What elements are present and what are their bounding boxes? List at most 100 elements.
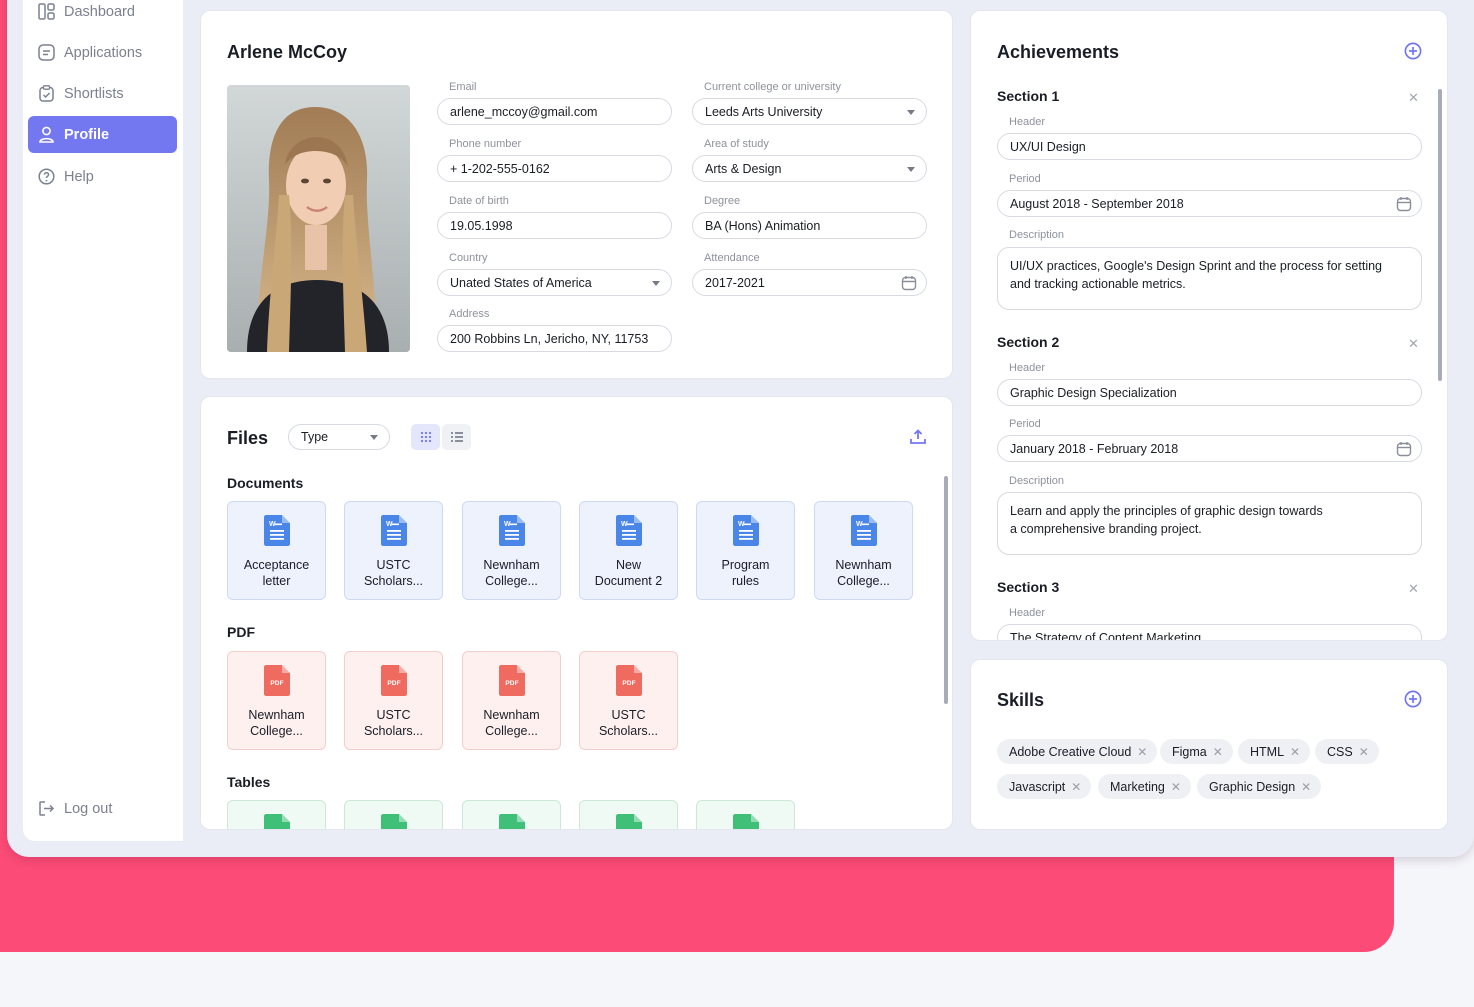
area-select[interactable]: Arts & Design: [692, 155, 927, 182]
file-name-line: USTC: [376, 708, 411, 722]
doc-file-icon: W: [732, 515, 759, 551]
xls-file-icon: XLS: [615, 814, 642, 829]
xls-file-tile[interactable]: XLS: [344, 800, 443, 829]
achievement-period-value: January 2018 - February 2018: [1010, 441, 1179, 456]
doc-file-tile[interactable]: W Newnham College...: [462, 501, 561, 600]
shortlists-icon: [38, 85, 55, 102]
file-name: USTC Scholars...: [364, 707, 423, 739]
grid-view-button[interactable]: [411, 424, 440, 450]
email-value: arlene_mccoy@gmail.com: [450, 104, 598, 119]
add-skill-button[interactable]: [1404, 690, 1422, 708]
logout-icon: [38, 800, 55, 817]
phone-field[interactable]: + 1-202-555-0162: [437, 155, 672, 182]
header-label: Header: [1009, 607, 1046, 619]
svg-text:W: W: [856, 521, 863, 528]
plus-circle-icon: [1404, 690, 1422, 708]
close-icon[interactable]: ✕: [1171, 780, 1181, 794]
attendance-field[interactable]: 2017-2021: [692, 269, 927, 296]
xls-file-tile[interactable]: XLS: [227, 800, 326, 830]
dob-value: 19.05.1998: [450, 218, 513, 233]
file-name-line: Scholars...: [363, 724, 424, 738]
phone-label: Phone number: [449, 138, 522, 150]
calendar-icon[interactable]: [901, 275, 917, 294]
pdf-file-tile[interactable]: PDF USTC Scholars...: [344, 651, 443, 750]
achievement-period-field[interactable]: August 2018 - September 2018: [997, 190, 1422, 217]
file-name-line: Scholars...: [363, 574, 424, 588]
calendar-icon[interactable]: [1396, 196, 1412, 215]
xls-file-tile[interactable]: XLS: [579, 800, 678, 829]
pdf-file-tile[interactable]: PDF Newnham College...: [227, 651, 326, 750]
skill-tag: Javascript ✕: [997, 774, 1092, 799]
achievement-description-field[interactable]: UI/UX practices, Google's Design Sprint …: [997, 247, 1422, 310]
sidebar-item-help[interactable]: Help: [28, 158, 177, 195]
calendar-icon[interactable]: [1396, 441, 1412, 460]
pdf-file-icon: PDF: [498, 665, 525, 701]
close-icon[interactable]: ✕: [1071, 780, 1081, 794]
area-value: Arts & Design: [705, 161, 782, 176]
sidebar: Dashboard Applications Shortlists Profil…: [23, 0, 183, 841]
doc-file-tile[interactable]: W USTC Scholars...: [344, 501, 443, 600]
xls-file-tile[interactable]: XLS: [696, 800, 795, 829]
doc-file-tile[interactable]: W New Document 2: [579, 501, 678, 600]
applications-icon: [38, 44, 55, 61]
app-window: Dashboard Applications Shortlists Profil…: [7, 0, 1474, 857]
xls-file-icon: XLS: [732, 814, 759, 829]
doc-file-tile[interactable]: W Acceptance letter: [227, 501, 326, 600]
profile-card: Arlene McCoy Email arlene_mccoy@gmail.co…: [200, 10, 953, 379]
svg-text:XLS: XLS: [270, 829, 283, 830]
dob-field[interactable]: 19.05.1998: [437, 212, 672, 239]
close-icon[interactable]: ✕: [1290, 745, 1300, 759]
achievement-header-field[interactable]: Graphic Design Specialization: [997, 379, 1422, 406]
pdf-file-tile[interactable]: PDF USTC Scholars...: [579, 651, 678, 750]
skills-card: Skills Adobe Creative Cloud ✕ Figma ✕ HTML…: [970, 659, 1448, 830]
address-field[interactable]: 200 Robbins Ln, Jericho, NY, 11753: [437, 325, 672, 352]
sidebar-item-applications[interactable]: Applications: [28, 34, 177, 71]
skill-tag-label: Adobe Creative Cloud: [1009, 744, 1132, 759]
svg-text:PDF: PDF: [505, 680, 518, 687]
close-icon[interactable]: ✕: [1301, 780, 1311, 794]
type-filter-select[interactable]: Type: [288, 424, 390, 450]
doc-file-icon: W: [498, 515, 525, 551]
close-icon[interactable]: ✕: [1408, 581, 1419, 597]
files-scrollbar[interactable]: [944, 476, 948, 704]
chevron-down-icon: [370, 435, 378, 440]
college-label: Current college or university: [704, 81, 841, 93]
achievements-scrollbar[interactable]: [1438, 89, 1442, 381]
add-achievement-button[interactable]: [1404, 42, 1422, 60]
close-icon[interactable]: ✕: [1408, 336, 1419, 352]
skill-tag: HTML ✕: [1238, 739, 1311, 764]
file-name-line: Document 2: [594, 574, 663, 588]
sidebar-item-dashboard[interactable]: Dashboard: [28, 0, 177, 30]
doc-file-icon: W: [380, 515, 407, 551]
email-field[interactable]: arlene_mccoy@gmail.com: [437, 98, 672, 125]
achievement-header-value: UX/UI Design: [1010, 139, 1086, 154]
file-name-line: College...: [837, 574, 890, 588]
degree-field[interactable]: BA (Hons) Animation: [692, 212, 927, 239]
doc-file-tile[interactable]: W Newnham College...: [814, 501, 913, 600]
close-icon[interactable]: ✕: [1359, 745, 1369, 759]
file-name: Program rules: [722, 557, 770, 589]
description-line: Learn and apply the principles of graphi…: [1010, 504, 1323, 518]
close-icon[interactable]: ✕: [1408, 90, 1419, 106]
country-select[interactable]: Unated States of America: [437, 269, 672, 296]
xls-file-tile[interactable]: XLS: [462, 800, 561, 829]
sidebar-item-profile[interactable]: Profile: [28, 116, 177, 153]
achievements-title: Achievements: [997, 42, 1120, 62]
achievement-period-field[interactable]: January 2018 - February 2018: [997, 435, 1422, 462]
list-view-button[interactable]: [442, 424, 471, 450]
chevron-down-icon: [907, 167, 915, 172]
achievement-header-field[interactable]: UX/UI Design: [997, 133, 1422, 160]
achievement-header-field[interactable]: The Strategy of Content Marketing: [997, 624, 1422, 640]
doc-file-icon: W: [615, 515, 642, 551]
upload-button[interactable]: [909, 428, 927, 451]
attendance-label: Attendance: [704, 252, 760, 264]
pdf-file-tile[interactable]: PDF Newnham College...: [462, 651, 561, 750]
close-icon[interactable]: ✕: [1213, 745, 1223, 759]
doc-file-tile[interactable]: W Program rules: [696, 501, 795, 600]
close-icon[interactable]: ✕: [1137, 745, 1147, 759]
sidebar-item-shortlists[interactable]: Shortlists: [28, 75, 177, 112]
college-select[interactable]: Leeds Arts University: [692, 98, 927, 125]
svg-text:PDF: PDF: [387, 680, 400, 687]
achievement-description-field[interactable]: Learn and apply the principles of graphi…: [997, 492, 1422, 555]
logout-button[interactable]: Log out: [28, 790, 177, 827]
